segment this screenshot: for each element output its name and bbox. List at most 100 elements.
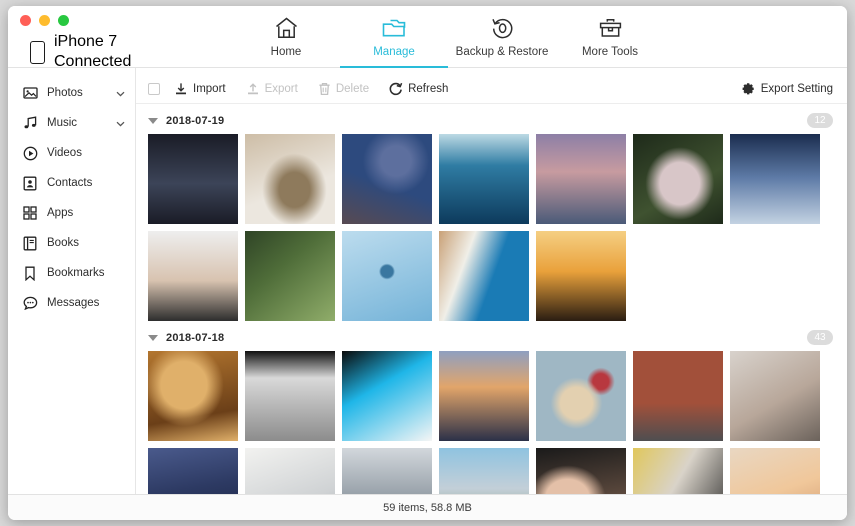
photo-thumbnail-image: [633, 351, 723, 441]
delete-button[interactable]: Delete: [318, 82, 369, 96]
photo-thumbnail-image: [439, 448, 529, 494]
chevron-down-icon[interactable]: [116, 84, 125, 102]
nav-tab-home[interactable]: Home: [232, 6, 340, 68]
sidebar-item-messages[interactable]: Messages: [8, 288, 135, 318]
photo-thumbnail[interactable]: [536, 448, 626, 494]
photo-thumbnail[interactable]: [245, 134, 335, 224]
nav-tab-manage[interactable]: Manage: [340, 6, 448, 68]
sidebar-item-music-label: Music: [47, 117, 78, 129]
photo-thumbnail-image: [633, 448, 723, 494]
photo-thumbnail[interactable]: [439, 231, 529, 321]
photo-grid-1: [136, 351, 847, 494]
photo-thumbnail-image: [730, 351, 820, 441]
sidebar-item-bookmarks-label: Bookmarks: [47, 267, 105, 279]
photo-thumbnail[interactable]: [342, 134, 432, 224]
minimize-button[interactable]: [39, 15, 50, 26]
nav-tab-home-label: Home: [270, 46, 302, 58]
photo-thumbnail-image: [342, 231, 432, 321]
status-bar: 59 items, 58.8 MB: [8, 494, 847, 520]
photo-thumbnail-image: [245, 231, 335, 321]
close-button[interactable]: [20, 15, 31, 26]
photo-thumbnail[interactable]: [730, 448, 820, 494]
photo-thumbnail-image: [148, 134, 238, 224]
sidebar-item-contacts-label: Contacts: [47, 177, 93, 189]
select-all-checkbox[interactable]: [148, 82, 160, 95]
photo-thumbnail[interactable]: [633, 351, 723, 441]
photo-thumbnail[interactable]: [245, 231, 335, 321]
window-controls: [20, 15, 69, 26]
photo-thumbnail[interactable]: [633, 448, 723, 494]
nav-tab-backup-restore-label: Backup & Restore: [455, 46, 549, 58]
photo-thumbnail[interactable]: [342, 231, 432, 321]
sidebar-item-books-label: Books: [47, 237, 79, 249]
photo-scroll-area[interactable]: 2018-07-19 12 2018-07-18 43: [136, 104, 847, 494]
sidebar-item-books[interactable]: Books: [8, 228, 135, 258]
image-icon: [22, 85, 38, 101]
contact-icon: [22, 175, 38, 191]
nav-tab-more-tools[interactable]: More Tools: [556, 6, 664, 68]
toolbox-icon: [598, 14, 623, 41]
import-button-label: Import: [193, 82, 226, 95]
connected-device: iPhone 7 Connected: [30, 32, 131, 73]
photo-thumbnail[interactable]: [148, 351, 238, 441]
photo-thumbnail[interactable]: [633, 134, 723, 224]
book-icon: [22, 235, 38, 251]
sidebar-item-videos[interactable]: Videos: [8, 138, 135, 168]
export-setting-button[interactable]: Export Setting: [742, 82, 833, 95]
main-nav: Home Manage Backup & Restore More Tools: [232, 6, 664, 68]
chevron-down-icon[interactable]: [116, 114, 125, 132]
sidebar-item-contacts[interactable]: Contacts: [8, 168, 135, 198]
sidebar-item-bookmarks[interactable]: Bookmarks: [8, 258, 135, 288]
app-window: iPhone 7 Connected Home Manage Backup & …: [8, 6, 847, 520]
refresh-button[interactable]: Refresh: [389, 82, 448, 96]
collapse-caret-icon[interactable]: [148, 117, 158, 124]
photo-thumbnail-image: [730, 134, 820, 224]
photo-thumbnail-image: [148, 231, 238, 321]
photo-thumbnail[interactable]: [730, 134, 820, 224]
photo-thumbnail-image: [536, 231, 626, 321]
photo-thumbnail-image: [342, 134, 432, 224]
photo-thumbnail[interactable]: [439, 351, 529, 441]
device-name: iPhone 7: [54, 33, 118, 50]
photo-thumbnail[interactable]: [148, 134, 238, 224]
photo-thumbnail[interactable]: [245, 351, 335, 441]
sidebar-item-photos[interactable]: Photos: [8, 78, 135, 108]
delete-button-label: Delete: [335, 82, 370, 95]
collapse-caret-icon[interactable]: [148, 334, 158, 341]
folder-icon: [381, 14, 407, 41]
nav-tab-backup-restore[interactable]: Backup & Restore: [448, 6, 556, 68]
sidebar-item-music[interactable]: Music: [8, 108, 135, 138]
sidebar-item-videos-label: Videos: [47, 147, 82, 159]
group-count-1: 43: [807, 330, 833, 345]
refresh-button-label: Refresh: [408, 82, 449, 95]
sidebar-item-apps[interactable]: Apps: [8, 198, 135, 228]
export-button[interactable]: Export: [246, 82, 298, 96]
message-icon: [22, 295, 38, 311]
photo-thumbnail[interactable]: [342, 351, 432, 441]
photo-thumbnail[interactable]: [342, 448, 432, 494]
window-body: Photos Music Videos Contacts Apps Books …: [8, 68, 847, 494]
photo-thumbnail-image: [439, 231, 529, 321]
sidebar-item-apps-label: Apps: [47, 207, 74, 219]
titlebar: iPhone 7 Connected Home Manage Backup & …: [8, 6, 847, 70]
play-icon: [22, 145, 38, 161]
music-icon: [22, 115, 38, 131]
photo-thumbnail[interactable]: [439, 448, 529, 494]
photo-thumbnail[interactable]: [148, 448, 238, 494]
photo-thumbnail-image: [730, 448, 820, 494]
group-date-0: 2018-07-19: [166, 114, 225, 127]
group-count-0: 12: [807, 113, 833, 128]
photo-thumbnail[interactable]: [730, 351, 820, 441]
photo-thumbnail[interactable]: [245, 448, 335, 494]
photo-thumbnail[interactable]: [536, 134, 626, 224]
content-area: Import Export Delete Refresh Export Sett…: [136, 68, 847, 494]
photo-thumbnail[interactable]: [439, 134, 529, 224]
photo-thumbnail[interactable]: [536, 351, 626, 441]
import-button[interactable]: Import: [174, 82, 226, 96]
maximize-button[interactable]: [58, 15, 69, 26]
photo-thumbnail[interactable]: [148, 231, 238, 321]
home-icon: [274, 14, 299, 41]
photo-grid-0: [136, 134, 847, 321]
export-button-label: Export: [264, 82, 298, 95]
photo-thumbnail[interactable]: [536, 231, 626, 321]
